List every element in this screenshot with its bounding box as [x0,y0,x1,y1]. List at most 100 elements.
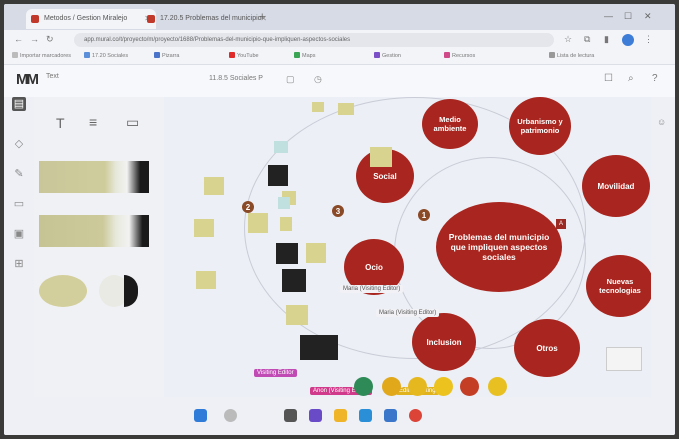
moon-shape-swatch[interactable] [124,275,138,307]
sticky-note[interactable] [280,217,292,231]
star-icon[interactable]: ☆ [564,34,572,45]
side-tag[interactable]: A [556,219,566,229]
timer-icon[interactable]: ◷ [314,74,322,85]
task-view-icon[interactable] [284,409,297,422]
topic-circle[interactable]: Inclusion [412,313,476,371]
dark-note[interactable] [268,165,288,186]
step-badge[interactable]: 3 [332,205,344,217]
sidebar-toggle-icon[interactable]: ▮ [604,34,609,45]
reaction-emoji-icon[interactable] [408,377,427,396]
topic-circle[interactable]: Movilidad [582,155,650,217]
step-badge[interactable]: 1 [418,209,430,221]
board-title[interactable]: Text [46,73,59,80]
topic-circle[interactable]: Nuevas tecnologias [586,255,654,317]
dark-note[interactable] [282,269,306,292]
reaction-emoji-icon[interactable] [460,377,479,396]
dark-note[interactable] [276,243,298,264]
reaction-emoji-icon[interactable] [354,377,373,396]
topic-circle[interactable]: Urbanismo y patrimonio [509,97,571,155]
store-icon[interactable] [384,409,397,422]
sticky-note-tool-icon[interactable]: ▤ [12,97,26,111]
list-tool-icon[interactable]: ≡ [89,114,97,130]
topic-circle[interactable]: Otros [514,319,580,377]
people-icon[interactable]: ☺ [657,117,666,127]
templates-tool-icon[interactable]: ⊞ [12,257,26,271]
bookmark-item[interactable]: Pizarra [154,52,179,59]
start-menu-icon[interactable] [194,409,207,422]
outline-icon[interactable]: ☐ [604,73,613,84]
reaction-emoji-icon[interactable] [488,377,507,396]
forward-icon[interactable]: → [30,34,39,44]
topic-label: Medio ambiente [433,115,467,133]
collaborator-cursor-label: Maria (Visiting Editor) [376,309,440,317]
bookmark-item[interactable]: 17.20 Sociales [84,52,128,59]
sticky-note[interactable] [196,271,216,289]
comment-tool-icon[interactable]: ▭ [126,114,139,131]
browser-tab-bar: Metodos / Gestion Miralejo ✕ 17.20.5 Pro… [4,4,675,30]
address-bar-row: ← → ↻ app.mural.co/t/proyecto/m/proyecto… [4,30,675,50]
reload-icon[interactable]: ↻ [46,34,54,45]
color-swatch-row[interactable] [39,161,149,193]
bookmark-item[interactable]: Maps [294,52,315,59]
mural-canvas[interactable]: Problemas del municipio que impliquen as… [164,97,675,397]
screen: Metodos / Gestion Miralejo ✕ 17.20.5 Pro… [4,4,675,435]
tab-title: Metodos / Gestion Miralejo [44,15,128,22]
color-swatch-row[interactable] [39,215,149,247]
bookmark-item[interactable]: Recursos [444,52,475,59]
chrome-icon[interactable] [409,409,422,422]
topic-label: Ocio [365,262,383,272]
close-window-icon[interactable]: ✕ [644,11,652,22]
maximize-icon[interactable]: ☐ [624,11,632,22]
sticky-note[interactable] [370,147,392,167]
topic-label: Urbanismo y patrimonio [517,117,563,135]
sticky-note[interactable] [312,102,324,112]
frame-tool-icon[interactable]: ▭ [12,197,26,211]
back-icon[interactable]: ← [14,34,23,44]
search-icon[interactable]: ⌕ [628,73,634,84]
sticky-note[interactable] [194,219,214,237]
dark-note[interactable] [300,335,338,360]
url-input[interactable]: app.mural.co/t/proyecto/m/proyecto/1688/… [74,33,554,47]
minimize-icon[interactable]: — [604,11,613,21]
menu-icon[interactable]: ⋮ [644,34,653,45]
reaction-emoji-icon[interactable] [434,377,453,396]
draw-tool-icon[interactable]: ✎ [12,167,26,181]
bookmark-item[interactable]: Importar marcadores [12,52,71,59]
mural-logo-icon[interactable]: MM [16,71,39,88]
sticky-note[interactable] [278,197,290,209]
bookmark-item[interactable]: Lista de lectura [549,52,594,59]
circle-shape-swatch[interactable] [39,275,87,307]
bookmark-item[interactable]: YouTube [229,52,259,59]
edge-icon[interactable] [359,409,372,422]
reaction-emoji-icon[interactable] [382,377,401,396]
profile-avatar[interactable] [622,34,634,46]
extensions-icon[interactable]: ⧉ [584,34,590,45]
bookmarks-bar: Importar marcadores 17.20 Sociales Pizar… [4,50,675,65]
central-topic-circle[interactable]: Problemas del municipio que impliquen as… [436,202,562,292]
new-tab-icon[interactable]: + [259,11,265,23]
layers-icon[interactable]: ▢ [286,74,295,85]
help-icon[interactable]: ? [652,73,658,84]
topic-circle[interactable]: Medio ambiente [422,99,478,149]
mural-favicon-icon [31,15,39,23]
sticky-note[interactable] [248,213,268,233]
search-taskbar-icon[interactable] [224,409,237,422]
sticky-note[interactable] [286,305,308,325]
sticky-note[interactable] [274,141,288,153]
step-badge[interactable]: 2 [242,201,254,213]
tab-mural-1[interactable]: Metodos / Gestion Miralejo ✕ [26,9,156,29]
image-tool-icon[interactable]: ▣ [12,227,26,241]
text-tool-icon[interactable]: T [56,115,65,131]
teams-icon[interactable] [309,409,322,422]
sticky-note[interactable] [338,103,354,115]
file-explorer-icon[interactable] [334,409,347,422]
sticky-note[interactable] [306,243,326,263]
tab-mural-2[interactable]: 17.20.5 Problemas del municipio ✕ [142,9,272,29]
topic-label: Nuevas tecnologias [599,277,641,295]
sticky-note[interactable] [204,177,224,195]
shapes-tool-icon[interactable]: ◇ [12,137,26,151]
bookmark-item[interactable]: Gestion [374,52,401,59]
canvas-thumbnail[interactable] [606,347,642,371]
board-name-label[interactable]: 11.8.5 Sociales P [209,75,263,82]
right-sidebar: ☺ [651,97,675,397]
